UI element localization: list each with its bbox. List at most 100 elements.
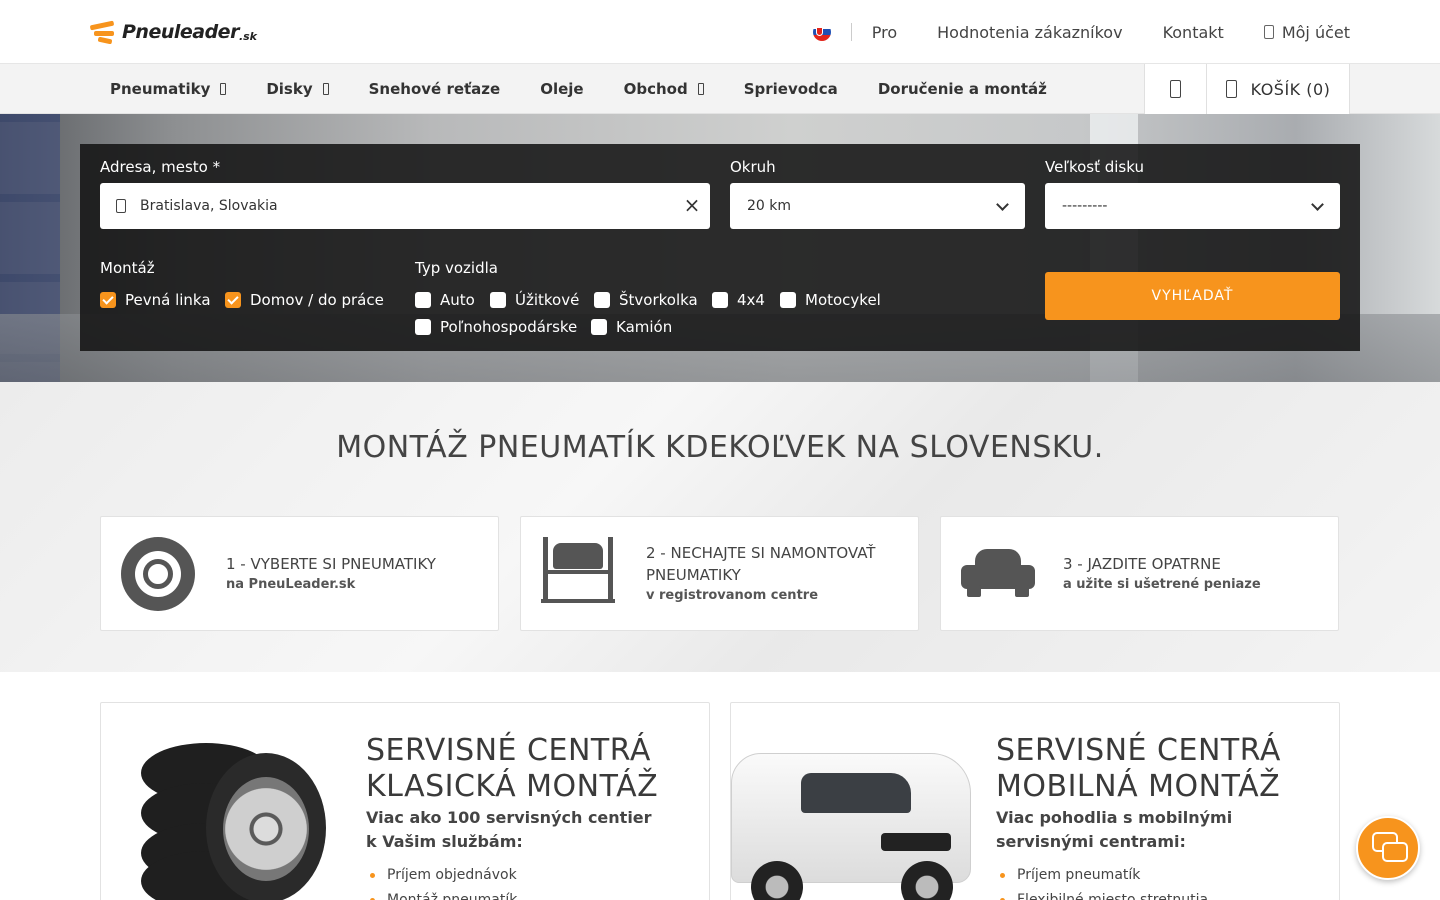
search-button[interactable] bbox=[1144, 64, 1206, 114]
service-lead: Viac ako 100 servisných centier k Vašim … bbox=[366, 808, 652, 851]
list-item: Príjem objednávok bbox=[366, 863, 517, 888]
nav-label: Pneumatiky bbox=[110, 80, 211, 98]
radius-label: Okruh bbox=[730, 158, 776, 176]
vehicle-type-label: Typ vozidla bbox=[415, 259, 498, 277]
nav-label: Doručenie a montáž bbox=[877, 80, 1047, 98]
checkbox[interactable] bbox=[490, 292, 506, 308]
address-input[interactable]: Bratislava, Slovakia × bbox=[100, 183, 710, 229]
checkbox-kamion[interactable]: Kamión bbox=[591, 318, 672, 336]
link-pro[interactable]: Pro bbox=[872, 23, 897, 42]
checkbox-domov[interactable]: Domov / do práce bbox=[225, 291, 384, 309]
divider bbox=[850, 23, 852, 41]
checkbox-label: Kamión bbox=[616, 318, 673, 336]
list-item: Montáž pneumatík bbox=[366, 888, 517, 900]
search-submit-button[interactable]: VYHĽADAŤ bbox=[1045, 272, 1340, 320]
close-icon[interactable]: × bbox=[682, 194, 702, 216]
link-contact[interactable]: Kontakt bbox=[1163, 23, 1224, 42]
checkbox-polnohospodarske[interactable]: Poľnohospodárske bbox=[415, 318, 577, 336]
top-links: Pro Hodnotenia zákazníkov Kontakt Môj úč… bbox=[812, 0, 1350, 64]
car-icon bbox=[961, 537, 1037, 613]
address-label: Adresa, mesto * bbox=[100, 158, 221, 176]
nav-item-oleje[interactable]: Oleje bbox=[520, 80, 603, 98]
main-nav: Pneumatiky Disky Snehové reťaze Oleje Ob… bbox=[0, 64, 1440, 114]
checkbox[interactable] bbox=[780, 292, 796, 308]
checkbox[interactable] bbox=[594, 292, 610, 308]
checkbox-4x4[interactable]: 4x4 bbox=[712, 291, 765, 309]
checkbox-stvorkolka[interactable]: Štvorkolka bbox=[594, 291, 698, 309]
nav-item-sprievodca[interactable]: Sprievodca bbox=[724, 80, 858, 98]
step-title: 2 - NECHAJTE SI NAMONTOVAŤ PNEUMATIKY bbox=[646, 544, 876, 584]
chat-button[interactable] bbox=[1356, 816, 1420, 880]
rim-size-value: --------- bbox=[1062, 198, 1108, 214]
nav-item-pneumatiky[interactable]: Pneumatiky bbox=[90, 80, 246, 98]
radius-value: 20 km bbox=[747, 198, 792, 214]
car-lift-icon bbox=[541, 537, 617, 613]
rim-size-label: Veľkosť disku bbox=[1045, 158, 1144, 176]
nav-label: Sprievodca bbox=[743, 80, 838, 98]
list-item: Flexibilné miesto stretnutia bbox=[996, 888, 1208, 900]
checkbox-label: Úžitkové bbox=[515, 291, 580, 309]
nav-label: Snehové reťaze bbox=[368, 80, 501, 98]
checkbox-label: Domov / do práce bbox=[250, 291, 384, 309]
radius-select[interactable]: 20 km bbox=[730, 183, 1025, 229]
step-subtitle: a užite si ušetrené peniaze bbox=[1063, 577, 1261, 592]
user-icon bbox=[1263, 25, 1274, 39]
nav-item-disky[interactable]: Disky bbox=[246, 80, 348, 98]
list-item: Príjem pneumatík bbox=[996, 863, 1208, 888]
checkbox-motocykel[interactable]: Motocykel bbox=[780, 291, 881, 309]
service-title: SERVISNÉ CENTRÁ MOBILNÁ MONTÁŽ bbox=[996, 733, 1281, 804]
nav-label: Disky bbox=[266, 80, 313, 98]
checkbox-auto[interactable]: Auto bbox=[415, 291, 475, 309]
cart-icon bbox=[1225, 80, 1237, 98]
logo-name: Pneuleader bbox=[122, 21, 239, 43]
step-subtitle: na PneuLeader.sk bbox=[226, 577, 356, 592]
chevron-down-icon bbox=[220, 83, 227, 95]
nav-item-dorucenie[interactable]: Doručenie a montáž bbox=[858, 80, 1067, 98]
logo[interactable]: Pneuleader .sk bbox=[89, 19, 257, 45]
service-lead: Viac pohodlia s mobilnými servisnými cen… bbox=[996, 808, 1233, 851]
address-value: Bratislava, Slovakia bbox=[140, 198, 278, 214]
checkbox[interactable] bbox=[415, 319, 431, 335]
account-link[interactable]: Môj účet bbox=[1263, 22, 1350, 42]
montage-label: Montáž bbox=[100, 259, 155, 277]
checkbox[interactable] bbox=[591, 319, 607, 335]
slovak-flag-icon[interactable] bbox=[812, 23, 831, 41]
checkbox-checked[interactable] bbox=[225, 292, 241, 308]
step-card-2: 2 - NECHAJTE SI NAMONTOVAŤ PNEUMATIKY v … bbox=[520, 516, 919, 631]
checkbox-label: Poľnohospodárske bbox=[440, 318, 578, 336]
service-card-classic[interactable]: SERVISNÉ CENTRÁ KLASICKÁ MONTÁŽ Viac ako… bbox=[100, 702, 710, 900]
step-card-3: 3 - JAZDITE OPATRNE a užite si ušetrené … bbox=[940, 516, 1339, 631]
nav-actions: KOŠÍK (0) bbox=[1144, 64, 1350, 114]
chevron-down-icon bbox=[1311, 198, 1324, 211]
nav-item-obchod[interactable]: Obchod bbox=[604, 80, 724, 98]
step-title: 1 - VYBERTE SI PNEUMATIKY bbox=[226, 555, 436, 573]
tire-icon bbox=[121, 537, 197, 613]
logo-tld: .sk bbox=[238, 29, 257, 43]
checkbox-uzitkove[interactable]: Úžitkové bbox=[490, 291, 579, 309]
nav-label: Obchod bbox=[623, 80, 688, 98]
service-bullets: Príjem pneumatík Flexibilné miesto stret… bbox=[996, 863, 1208, 900]
steps-title: MONTÁŽ PNEUMATÍK KDEKOĽVEK NA SLOVENSKU. bbox=[336, 430, 1104, 465]
checkbox-label: Motocykel bbox=[805, 291, 881, 309]
cart-button[interactable]: KOŠÍK (0) bbox=[1206, 64, 1350, 114]
link-reviews[interactable]: Hodnotenia zákazníkov bbox=[937, 23, 1122, 42]
chevron-down-icon bbox=[996, 198, 1009, 211]
step-title: 3 - JAZDITE OPATRNE bbox=[1063, 555, 1221, 573]
location-pin-icon bbox=[116, 199, 126, 213]
logo-mark-icon bbox=[89, 20, 120, 45]
step-subtitle: v registrovanom centre bbox=[646, 588, 819, 603]
checkbox[interactable] bbox=[712, 292, 728, 308]
top-header: Pneuleader .sk Pro Hodnotenia zákazníkov… bbox=[0, 0, 1440, 64]
van-image bbox=[731, 733, 971, 900]
service-bullets: Príjem objednávok Montáž pneumatík bbox=[366, 863, 517, 900]
checkbox-checked[interactable] bbox=[100, 292, 116, 308]
tires-image bbox=[101, 733, 341, 900]
checkbox-pevna-linka[interactable]: Pevná linka bbox=[100, 291, 211, 309]
checkbox-label: Pevná linka bbox=[125, 291, 211, 309]
rim-size-select[interactable]: --------- bbox=[1045, 183, 1340, 229]
service-card-mobile[interactable]: SERVISNÉ CENTRÁ MOBILNÁ MONTÁŽ Viac poho… bbox=[730, 702, 1340, 900]
nav-item-snehove-retaze[interactable]: Snehové reťaze bbox=[349, 80, 521, 98]
service-title: SERVISNÉ CENTRÁ KLASICKÁ MONTÁŽ bbox=[366, 733, 659, 804]
checkbox[interactable] bbox=[415, 292, 431, 308]
account-label: Môj účet bbox=[1281, 22, 1350, 42]
